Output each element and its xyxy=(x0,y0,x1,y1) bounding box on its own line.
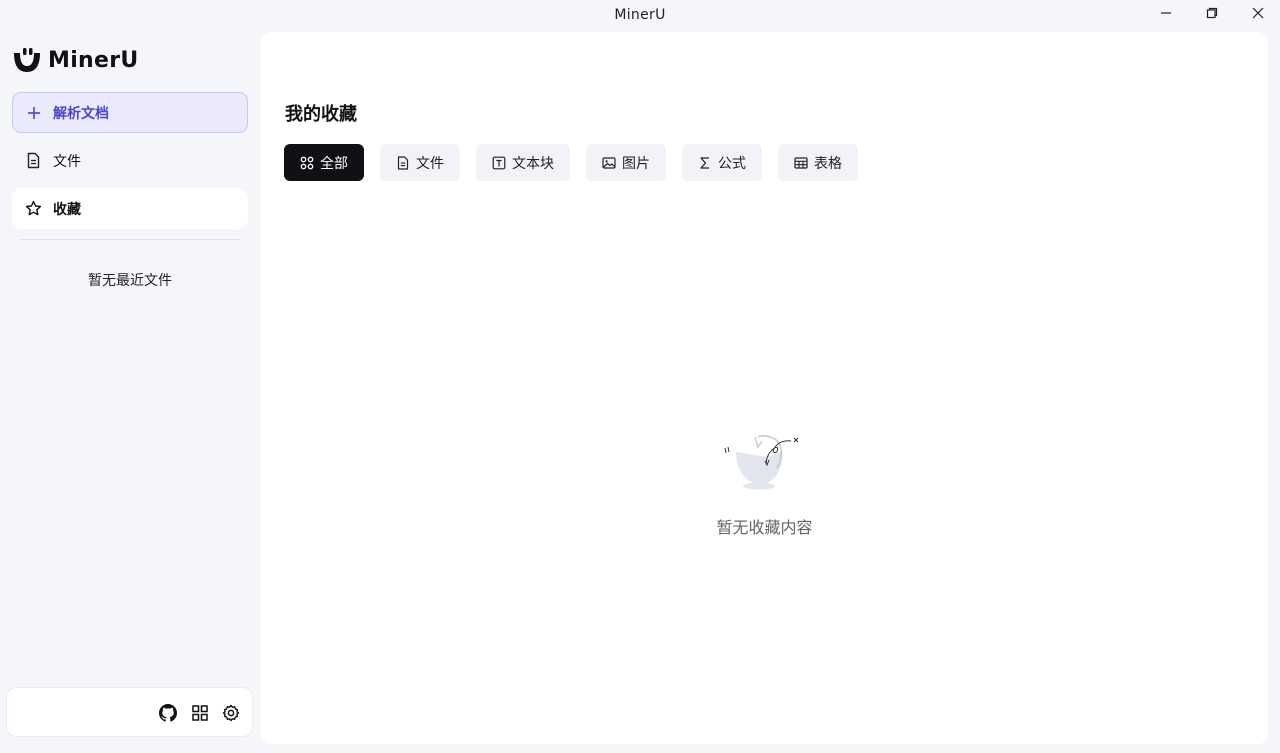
star-icon xyxy=(25,200,42,216)
sidebar-footer xyxy=(6,687,253,737)
tab-text-blocks[interactable]: 文本块 xyxy=(476,144,570,181)
mineru-logo-icon xyxy=(14,48,40,72)
github-button[interactable] xyxy=(158,703,178,723)
sidebar-item-favorites[interactable]: 收藏 xyxy=(12,188,248,229)
empty-favorites-text: 暂无收藏内容 xyxy=(716,518,813,537)
tab-label: 文件 xyxy=(416,155,444,172)
restore-button[interactable] xyxy=(1189,0,1235,26)
tab-label: 公式 xyxy=(718,155,746,172)
sidebar-divider xyxy=(20,239,240,240)
tab-all[interactable]: 全部 xyxy=(284,144,364,181)
brand-logo[interactable]: MinerU xyxy=(12,45,139,75)
window-title: MinerU xyxy=(614,7,666,23)
page-title: 我的收藏 xyxy=(285,104,357,125)
restore-icon xyxy=(1206,7,1218,19)
file-icon xyxy=(27,152,40,169)
recent-files-empty: 暂无最近文件 xyxy=(88,273,172,289)
brand-name: MinerU xyxy=(48,47,139,73)
tab-files[interactable]: 文件 xyxy=(380,144,460,181)
tab-label: 表格 xyxy=(814,155,842,172)
title-bar: MinerU xyxy=(0,0,1280,32)
parse-document-button[interactable]: 解析文档 xyxy=(12,92,248,133)
sidebar-item-files[interactable]: 文件 xyxy=(12,140,248,181)
github-icon xyxy=(159,704,177,722)
close-icon xyxy=(1252,7,1264,19)
sigma-icon xyxy=(700,156,709,169)
tab-label: 文本块 xyxy=(512,155,554,172)
minimize-icon xyxy=(1161,12,1171,14)
sidebar-item-label: 文件 xyxy=(53,153,81,170)
tab-formulas[interactable]: 公式 xyxy=(682,144,762,181)
tab-label: 图片 xyxy=(622,155,650,172)
apps-button[interactable] xyxy=(190,703,210,723)
tab-label: 全部 xyxy=(320,155,348,172)
grid-dots-icon xyxy=(300,156,314,169)
settings-icon xyxy=(222,704,240,722)
tab-tables[interactable]: 表格 xyxy=(778,144,858,181)
sidebar: MinerU 解析文档 文件 收藏 暂无最近文件 xyxy=(0,32,260,753)
sidebar-item-label: 收藏 xyxy=(53,201,81,218)
parse-document-label: 解析文档 xyxy=(53,105,109,122)
image-icon xyxy=(602,156,616,169)
table-icon xyxy=(794,156,808,169)
file-icon xyxy=(397,155,409,170)
empty-state-illustration xyxy=(724,435,799,490)
settings-button[interactable] xyxy=(221,703,241,723)
apps-grid-icon xyxy=(192,705,208,721)
text-block-icon xyxy=(492,156,506,169)
main-panel: 我的收藏 全部 文件 文本块 图片 公式 表格 暂无收藏内容 xyxy=(261,32,1268,744)
tab-images[interactable]: 图片 xyxy=(586,144,666,181)
minimize-button[interactable] xyxy=(1143,0,1189,26)
plus-icon xyxy=(28,106,40,119)
close-button[interactable] xyxy=(1235,0,1280,26)
